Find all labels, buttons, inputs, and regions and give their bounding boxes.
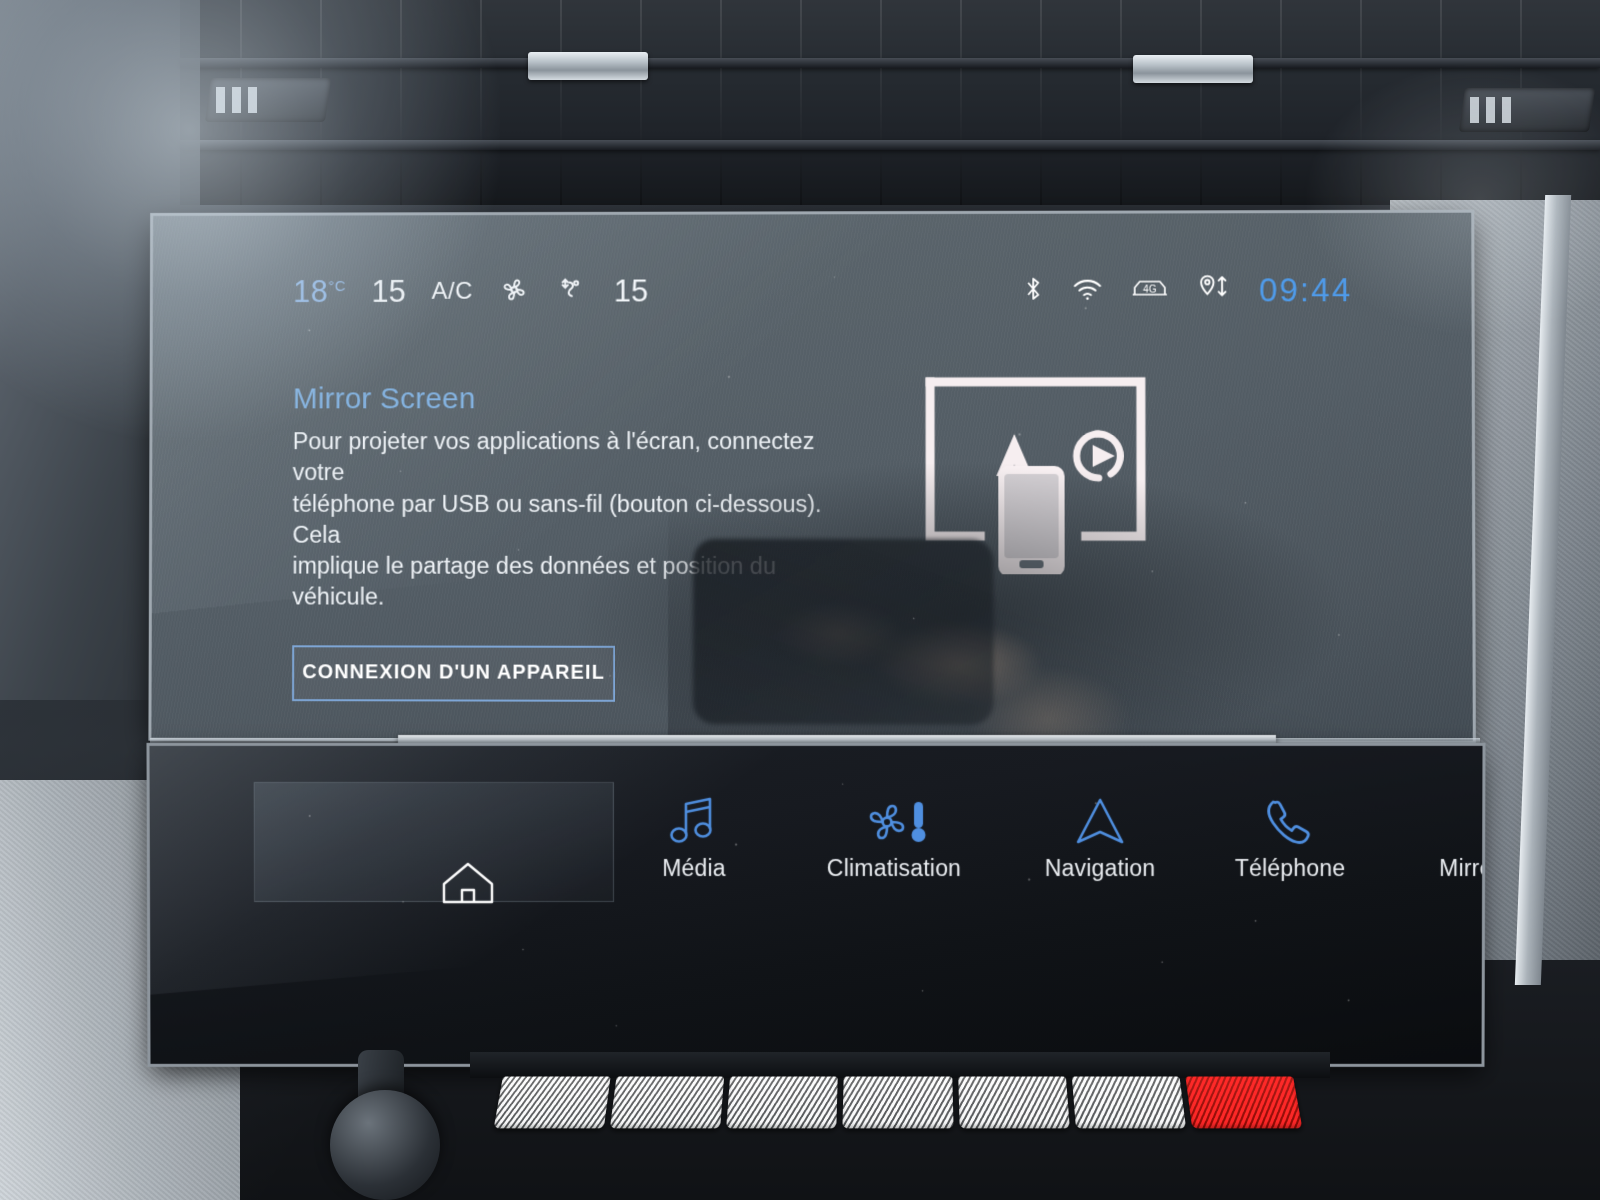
key-demist-rear[interactable] [493, 1076, 611, 1129]
description-text: Pour projeter vos applications à l'écran… [292, 428, 822, 610]
bluetooth-icon [1022, 273, 1046, 308]
nav-climate-label: Climatisation [826, 854, 962, 881]
main-nav-bar: Média Climatisation Navigation Téléphone… [149, 746, 1483, 1064]
side-vent-left [204, 78, 332, 122]
4g-connected-car-icon: 4G [1130, 274, 1170, 307]
svg-text:4G: 4G [1143, 284, 1156, 295]
page-title: Mirror Screen [292, 382, 476, 416]
key-climate-off[interactable] [1071, 1076, 1186, 1129]
key-demist-front[interactable] [610, 1076, 725, 1129]
mirror-screen-icon [1380, 794, 1483, 855]
car-infotainment-photo: 18°C 15 A/C 15 4G Mirror Screen Pour pro… [0, 0, 1600, 1200]
nav-mirror-screen-label: Mirror Screen [1439, 854, 1483, 881]
nav-navigation[interactable]: Navigation [990, 794, 1210, 882]
driver-temp-value[interactable]: 15 [372, 274, 406, 310]
carplay-play-icon [1077, 432, 1123, 480]
nav-climate[interactable]: Climatisation [764, 794, 1024, 882]
lower-touch-panel[interactable]: Média Climatisation Navigation Téléphone… [149, 745, 1483, 1064]
key-airflow[interactable] [957, 1076, 1070, 1129]
fan-icon[interactable] [499, 273, 531, 310]
navigation-arrow-icon [990, 794, 1210, 855]
vent-slider-right[interactable] [1133, 55, 1253, 83]
wifi-icon [1072, 275, 1104, 306]
toggle-key-strip [470, 1052, 1330, 1078]
physical-toggle-keys [493, 1076, 1303, 1133]
nav-media-label: Média [662, 854, 726, 881]
airflow-direction-icon[interactable] [556, 273, 588, 310]
passenger-temp-value[interactable]: 15 [614, 274, 648, 310]
rotary-control-knob[interactable] [330, 1090, 440, 1200]
ac-label[interactable]: A/C [432, 278, 473, 306]
key-hazard-lights[interactable] [1185, 1076, 1303, 1129]
nav-mirror-screen[interactable]: Mirror Screen [1380, 794, 1483, 882]
key-air-recirculation[interactable] [726, 1076, 839, 1129]
photo-glare-secondary [1300, 60, 1600, 340]
location-sharing-icon [1196, 273, 1232, 308]
key-auto-climate[interactable] [842, 1076, 954, 1129]
connect-device-button[interactable]: CONNEXION D'UN APPAREIL [292, 644, 616, 702]
mirror-screen-illustration [910, 354, 1161, 580]
nav-phone-label: Téléphone [1234, 854, 1346, 881]
vent-slider-left[interactable] [528, 52, 648, 80]
nav-home[interactable] [408, 858, 528, 913]
outside-temperature: 18°C [293, 274, 346, 309]
nav-phone[interactable]: Téléphone [1190, 794, 1390, 882]
mirror-screen-text-column: Mirror Screen Pour projeter vos applicat… [292, 382, 850, 702]
status-bar: 18°C 15 A/C 15 4G [153, 261, 1472, 321]
fan-thermometer-icon [764, 794, 1024, 855]
home-icon [408, 858, 528, 913]
infotainment-display[interactable]: 18°C 15 A/C 15 4G Mirror Screen Pour pro… [151, 212, 1473, 741]
nav-navigation-label: Navigation [1044, 854, 1156, 881]
smartphone-icon [998, 465, 1065, 577]
display-chrome-divider [397, 735, 1277, 746]
phone-handset-icon [1190, 794, 1390, 855]
